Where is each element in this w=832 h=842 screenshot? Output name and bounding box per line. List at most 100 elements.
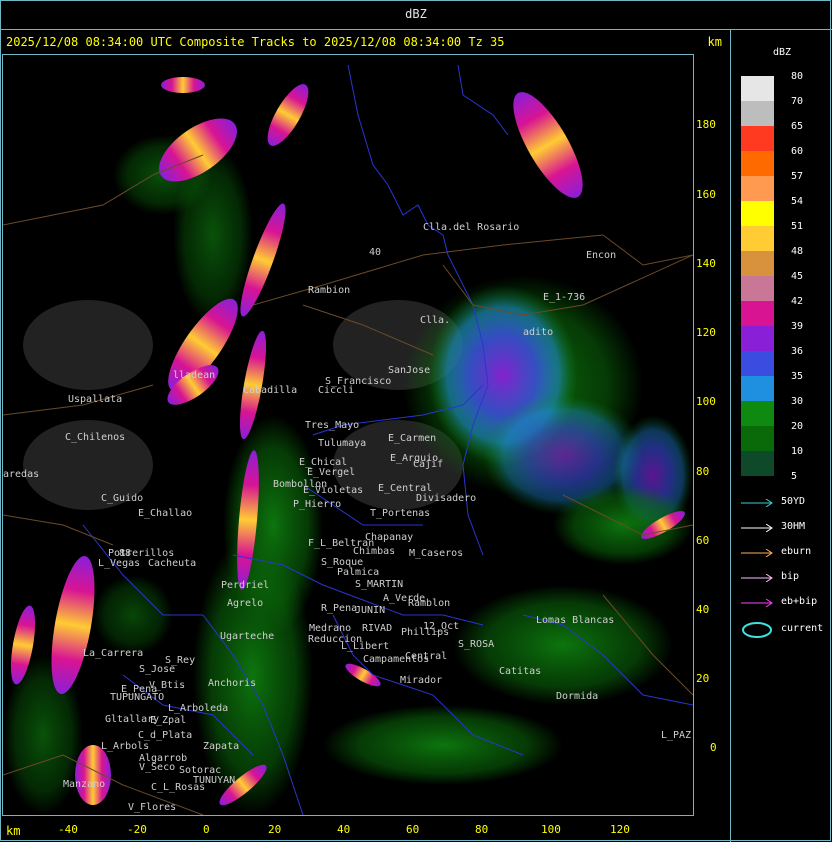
y-tick-label: 0 [710, 741, 717, 754]
y-tick-label: 140 [696, 257, 716, 270]
arrow-icon [741, 524, 773, 532]
x-tick-label: 120 [610, 823, 630, 836]
place-label: Anchoris [208, 678, 256, 689]
arrow-icon [741, 499, 773, 507]
place-label: Cabadilla [243, 385, 297, 396]
y-tick-label: 80 [696, 465, 710, 478]
place-label: L_Libert [341, 641, 389, 652]
track-label: 30HM [781, 521, 806, 532]
track-label: 50YD [781, 496, 806, 507]
track-legend-eburn[interactable]: eburn [741, 546, 832, 560]
place-label: Dormida [556, 691, 598, 702]
legend-level: 20 [791, 421, 804, 432]
legend-swatch [741, 251, 774, 276]
x-axis-unit-label: km [6, 824, 21, 838]
place-label: 88 [119, 548, 131, 559]
place-label: TUPUNGATO [110, 692, 164, 703]
legend-swatch [741, 151, 774, 176]
legend-swatch [741, 351, 774, 376]
place-label: T_Portenas [370, 508, 430, 519]
legend-title: dBZ [773, 47, 792, 58]
legend-swatch [741, 76, 774, 101]
place-label: Ramblon [408, 598, 450, 609]
x-tick-label: -20 [127, 823, 147, 836]
color-scale: 80 70 65 60 57 54 51 48 45 42 39 36 35 3… [741, 71, 803, 482]
place-label: lladean [173, 370, 215, 381]
place-label: Encon [586, 250, 616, 261]
legend-level: 51 [791, 221, 804, 232]
place-label: Central [405, 651, 447, 662]
radar-map[interactable]: Clla.del Rosario Encon Rambion E_1-736 C… [2, 54, 694, 816]
place-label: E_Challao [138, 508, 192, 519]
legend-level: 5 [791, 471, 798, 482]
place-label: P_Hierro [293, 499, 341, 510]
track-legend-eb-bip[interactable]: eb+bip [741, 596, 832, 610]
x-tick-label: 0 [203, 823, 210, 836]
place-label: V_Seco [139, 762, 175, 773]
place-label: L_Arbols [101, 741, 149, 752]
legend-level: 65 [791, 121, 804, 132]
legend-level: 60 [791, 146, 804, 157]
place-label: La_Carrera [83, 648, 143, 659]
place-label: Tres_Mayo [305, 420, 359, 431]
x-tick-label: -40 [58, 823, 78, 836]
y-tick-label: 20 [696, 672, 710, 685]
place-label: S_Jose [139, 664, 175, 675]
x-tick-label: 80 [475, 823, 489, 836]
track-label: bip [781, 571, 800, 582]
place-label: L_Vegas [98, 558, 140, 569]
legend-level: 36 [791, 346, 804, 357]
place-label: V_Flores [128, 802, 176, 813]
place-label: Divisadero [416, 493, 476, 504]
legend-level: 30 [791, 396, 804, 407]
legend-swatch [741, 201, 774, 226]
legend-level: 80 [791, 71, 804, 82]
y-tick-label: 120 [696, 326, 716, 339]
legend-swatch [741, 126, 774, 151]
place-label: 12_Oct [423, 621, 459, 632]
arrow-icon [741, 599, 773, 607]
place-label: Palmica [337, 567, 379, 578]
place-label: Uspallata [68, 394, 122, 405]
place-label: Lomas Blancas [536, 615, 614, 626]
place-label: aredas [3, 469, 39, 480]
legend-level: 42 [791, 296, 804, 307]
place-label: E_Carmen [388, 433, 436, 444]
y-tick-label: 100 [696, 395, 716, 408]
place-label: S_MARTIN [355, 579, 403, 590]
place-label: Tulumaya [318, 438, 366, 449]
ellipse-icon [742, 622, 772, 638]
legend-level: 54 [791, 196, 804, 207]
y-tick-label: 60 [696, 534, 710, 547]
y-axis-unit-label: km [707, 35, 722, 49]
place-label: V_Btis [149, 680, 185, 691]
track-legend-30hm[interactable]: 30HM [741, 521, 832, 535]
place-label: Catitas [499, 666, 541, 677]
place-label: S_ROSA [458, 639, 494, 650]
legend-swatch [741, 301, 774, 326]
legend-level: 48 [791, 246, 804, 257]
track-legend-current[interactable]: current [741, 621, 832, 639]
legend-level: 57 [791, 171, 804, 182]
place-label: L_PAZ [661, 730, 691, 741]
place-label: E_Vergel [307, 467, 355, 478]
track-label: eburn [781, 546, 812, 557]
place-label: E_1-736 [543, 292, 585, 303]
y-tick-label: 40 [696, 603, 710, 616]
place-label: Mirador [400, 675, 442, 686]
arrow-icon [741, 574, 773, 582]
y-tick-label: 180 [696, 118, 716, 131]
place-label: adito [523, 327, 553, 338]
place-label: Clla. [420, 315, 450, 326]
x-tick-label: 40 [337, 823, 351, 836]
place-label: R_Pena [321, 603, 357, 614]
place-label: Ciccli [318, 385, 354, 396]
track-legend-50yd[interactable]: 50YD [741, 496, 832, 510]
composite-tracks-header: 2025/12/08 08:34:00 UTC Composite Tracks… [6, 35, 505, 49]
title-bar: dBZ [0, 0, 832, 30]
place-label: Cacheuta [148, 558, 196, 569]
legend-level: 45 [791, 271, 804, 282]
place-label: Clla.del Rosario [423, 222, 519, 233]
legend-swatch [741, 101, 774, 126]
track-legend-bip[interactable]: bip [741, 571, 832, 585]
